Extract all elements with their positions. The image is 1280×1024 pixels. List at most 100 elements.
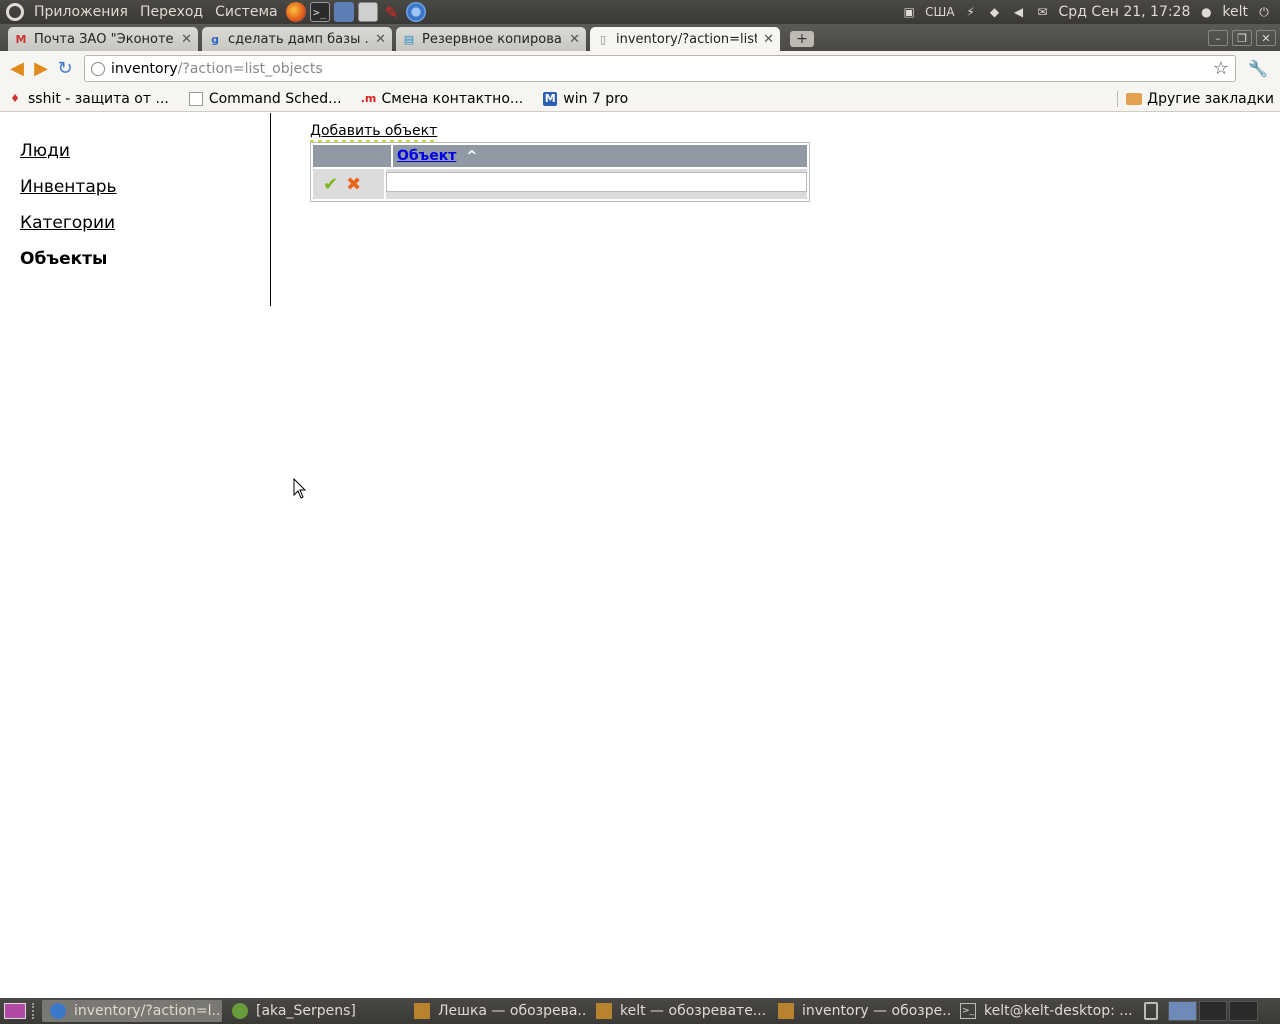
tab-inventory[interactable]: ▯ inventory/?action=list... ✕ [590,27,780,51]
chat-icon[interactable]: ● [1198,4,1214,20]
forward-arrow-icon[interactable]: ▶ [30,58,52,80]
close-icon[interactable]: ✕ [375,32,386,47]
task-aka-serpens[interactable]: [aka_Serpens] [224,1000,404,1022]
dropbox-icon[interactable]: ◆ [987,4,1003,20]
document-icon [188,91,203,106]
task-kelt-browser[interactable]: kelt — обозревате... [588,1000,768,1022]
workspace-2[interactable] [1198,1001,1228,1021]
folder-icon [1126,92,1143,105]
page-icon: ▤ [403,32,415,46]
browser-toolbar: ◀ ▶ ↻ inventory/?action=list_objects ☆ 🔧 [0,51,1280,86]
minimize-icon[interactable]: – [1208,30,1228,46]
task-inventory-chromium[interactable]: inventory/?action=l... [42,1000,222,1022]
wrench-icon[interactable]: 🔧 [1248,59,1268,78]
calculator-icon[interactable] [357,2,378,22]
display-icon[interactable]: ▣ [901,4,917,20]
network-status-icon[interactable]: ⚡ [963,4,979,20]
task-label: kelt — обозревате... [620,1003,767,1019]
add-object-link[interactable]: Добавить объект [310,123,438,142]
url-host: inventory [111,60,178,77]
tab-label: inventory/?action=list... [616,31,758,47]
clock[interactable]: Срд Сен 21, 17:28 [1059,4,1191,20]
tab-google-search[interactable]: g сделать дамп базы ... ✕ [202,27,392,51]
bookmark-command-scheduler[interactable]: Command Sched... [188,90,342,107]
top-panel: Приложения Переход Система >_ ✎ ▣ США ⚡ … [0,0,1280,24]
bookmark-sshit[interactable]: ♦ sshit - защита от ... [8,91,169,107]
close-icon[interactable]: ✕ [181,32,192,47]
chromium-icon[interactable] [405,2,426,22]
bookmark-label: sshit - защита от ... [28,90,169,107]
terminal-icon[interactable]: >_ [309,2,330,22]
workspace-switcher[interactable] [1168,1001,1259,1021]
sidebar-nav: Люди Инвентарь Категории Объекты [0,113,271,306]
window-close-icon[interactable]: ✕ [1256,30,1276,46]
site-info-icon[interactable] [91,61,105,76]
tab-backup[interactable]: ▤ Резервное копирова... ✕ [396,27,586,51]
address-bar[interactable]: inventory/?action=list_objects ☆ [84,55,1236,82]
network-icon[interactable] [333,2,354,22]
task-inventory-browser[interactable]: inventory — обозре... [770,1000,950,1022]
firefox-icon[interactable] [285,2,306,22]
delete-x-icon[interactable]: ✖ [346,174,361,195]
url-path: /?action=list_objects [177,60,323,77]
user-name[interactable]: kelt [1222,4,1248,20]
workspace-3[interactable] [1229,1001,1259,1021]
task-label: kelt@kelt-desktop: ... [984,1003,1132,1019]
power-icon[interactable]: ⏻ [1256,4,1272,20]
new-tab-button[interactable]: + [790,31,814,47]
trash-icon[interactable] [1144,1002,1158,1020]
tab-label: Резервное копирова... [422,31,564,47]
bookmark-star-icon[interactable]: ☆ [1213,58,1229,79]
mail-icon[interactable]: ✉ [1035,4,1051,20]
maximize-icon[interactable]: ❐ [1232,30,1252,46]
bookmark-label: Command Sched... [208,90,342,107]
task-terminal[interactable]: >_ kelt@kelt-desktop: ... [952,1000,1132,1022]
back-arrow-icon[interactable]: ◀ [6,58,28,80]
row-actions: ✔ ✖ [313,169,384,199]
bookmark-label: win 7 pro [563,90,629,107]
tab-label: Почта ЗАО "Эконоте... [34,31,176,47]
tab-label: сделать дамп базы ... [228,31,370,47]
object-column-header: Объект ^ [393,145,807,167]
gmail-icon: M [15,32,27,46]
bookmark-label: Смена контактно... [381,90,524,107]
tab-gmail[interactable]: M Почта ЗАО "Эконоте... ✕ [8,27,198,51]
task-label: inventory/?action=l... [74,1003,222,1019]
terminal-icon: >_ [960,1003,976,1019]
bookmark-win7-pro[interactable]: M win 7 pro [543,91,628,107]
task-leshka-browser[interactable]: Лешка — обозрева... [406,1000,586,1022]
window-controls: – ❐ ✕ [1208,30,1280,46]
task-label: [aka_Serpens] [256,1003,356,1019]
close-icon[interactable]: ✕ [763,32,774,47]
system-tray: ▣ США ⚡ ◆ ◀ ✉ Срд Сен 21, 17:28 ● kelt ⏻ [901,4,1280,20]
volume-icon[interactable]: ◀ [1011,4,1027,20]
new-object-input[interactable] [386,172,807,192]
sort-by-object-link[interactable]: Объект [397,148,456,164]
nav-people[interactable]: Люди [20,141,270,161]
show-desktop-icon[interactable] [4,1003,26,1019]
bookmarks-bar: ♦ sshit - защита от ... Command Sched...… [0,86,1280,112]
reload-icon[interactable]: ↻ [54,58,76,80]
menu-system[interactable]: Система [209,4,283,20]
keyboard-layout[interactable]: США [925,5,954,19]
menu-applications[interactable]: Приложения [28,4,134,20]
nav-objects: Объекты [20,249,108,269]
pen-icon[interactable]: ✎ [382,2,402,22]
ubuntu-logo-icon[interactable] [6,3,24,21]
close-icon[interactable]: ✕ [569,32,580,47]
other-bookmarks[interactable]: Другие закладки [1117,90,1274,107]
pidgin-icon [232,1003,248,1019]
workspace-1[interactable] [1168,1001,1197,1021]
m-blue-icon: M [543,91,558,106]
file-browser-icon [778,1003,794,1019]
nav-categories[interactable]: Категории [20,213,270,233]
table-header: Объект ^ [313,145,807,167]
m-icon: .m [360,92,377,105]
bookmark-contact-change[interactable]: .m Смена контактно... [360,90,524,107]
nav-inventory[interactable]: Инвентарь [20,177,270,197]
tab-strip: M Почта ЗАО "Эконоте... ✕ g сделать дамп… [0,24,1280,51]
panel-grip[interactable] [32,1003,36,1019]
file-browser-icon [414,1003,430,1019]
menu-places[interactable]: Переход [134,4,209,20]
checkmark-icon[interactable]: ✔ [323,174,338,195]
